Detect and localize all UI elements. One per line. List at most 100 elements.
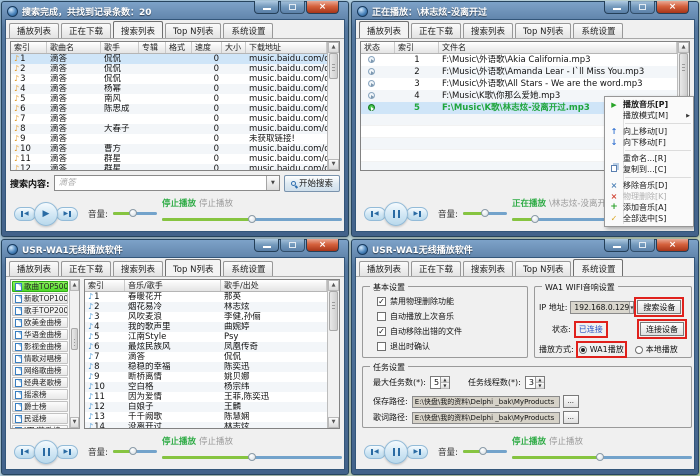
table-row[interactable]: ♪1春暖花开那英 (85, 292, 327, 302)
search-input[interactable] (55, 178, 266, 188)
tab-1[interactable]: 正在下载 (411, 23, 461, 38)
column-header[interactable]: 文件名 (439, 42, 677, 53)
tab-3[interactable]: Top N列表 (165, 23, 221, 38)
threads-stepper[interactable]: 3 ▲▼ (525, 376, 545, 389)
scroll-down-icon[interactable]: ▼ (328, 159, 339, 170)
maximize-button[interactable] (630, 1, 655, 14)
vertical-scrollbar[interactable]: ▲ ▼ (327, 42, 339, 170)
sidebar-item[interactable]: 网络歌曲榜 (12, 365, 68, 376)
tab-4[interactable]: 系统设置 (573, 23, 623, 38)
sidebar-item[interactable]: 情歌对唱榜 (12, 353, 68, 364)
column-header[interactable]: 歌曲名 (47, 42, 101, 53)
menu-item[interactable]: ▶播放音乐[P] (605, 99, 693, 110)
minimize-button[interactable] (254, 239, 279, 252)
table-row[interactable]: 3F:\Music\外语歌\All Stars - We are the wor… (361, 78, 677, 90)
table-row[interactable]: ♪7滴答侃侃 (85, 352, 327, 362)
previous-button[interactable]: ◀ (364, 445, 386, 459)
spin-down-icon[interactable]: ▼ (441, 383, 449, 389)
next-button[interactable]: ▶ (406, 207, 428, 221)
previous-button[interactable]: ◀ (14, 207, 36, 221)
table-header[interactable]: 状态索引文件名 (361, 42, 677, 54)
table-row[interactable]: ♪10滴答曹方0music.baidu.com/da (11, 144, 327, 154)
close-button[interactable]: × (306, 239, 339, 252)
scroll-down-icon[interactable]: ▼ (70, 417, 79, 428)
table-row[interactable]: ♪3风吹麦浪李健,孙俪 (85, 312, 327, 322)
titlebar[interactable]: 正在播放：\林志炫-没离开过 × (355, 2, 695, 19)
volume-slider[interactable] (463, 212, 507, 215)
start-search-button[interactable]: 开始搜索 (284, 175, 340, 192)
table-row[interactable]: ♪8稳稳的幸福陈奕迅 (85, 362, 327, 372)
scroll-thumb[interactable] (71, 328, 78, 350)
next-button[interactable]: ▶ (406, 445, 428, 459)
progress-slider[interactable] (512, 456, 692, 459)
table-row[interactable]: ♪12白娘子王麟 (85, 402, 327, 412)
play-button[interactable]: ▶ (34, 202, 58, 226)
scroll-thumb[interactable] (329, 53, 338, 79)
table-row[interactable]: ♪9滴答0未获取链接! (11, 134, 327, 144)
tab-0[interactable]: 播放列表 (9, 261, 59, 276)
column-header[interactable]: 格式 (166, 42, 192, 53)
menu-item[interactable]: 播放模式[M]▶ (605, 110, 693, 121)
search-device-button[interactable]: 搜索设备 (637, 300, 681, 314)
unchecked-checkbox[interactable] (377, 342, 386, 351)
table-header[interactable]: 索引歌曲名歌手专辑格式速度大小下载地址 (11, 42, 327, 54)
maximize-button[interactable] (280, 1, 305, 14)
connect-device-button[interactable]: 连接设备 (640, 322, 684, 336)
sidebar-item[interactable]: 新歌TOP100 (12, 293, 68, 304)
table-row[interactable]: ♪9断桥离情姚贝娜 (85, 372, 327, 382)
column-header[interactable]: 歌手 (101, 42, 139, 53)
tab-0[interactable]: 播放列表 (359, 261, 409, 276)
pause-button[interactable] (384, 440, 408, 464)
table-header[interactable]: 索引音乐/歌手歌手/出处 (85, 280, 327, 292)
progress-slider[interactable] (162, 218, 342, 221)
tab-3[interactable]: Top N列表 (515, 261, 571, 276)
pause-button[interactable] (34, 440, 58, 464)
column-header[interactable]: 索引 (11, 42, 47, 53)
table-row[interactable]: ♪8滴答大春子0music.baidu.com/da (11, 124, 327, 134)
titlebar[interactable]: 搜索完成，共找到记录条数：20 × (5, 2, 345, 19)
dropdown-arrow-icon[interactable]: ▼ (266, 176, 279, 190)
close-button[interactable]: × (306, 1, 339, 14)
save-path-field[interactable]: E:\快盘\我的资料\Delphi _bak\MyProducts (412, 396, 560, 408)
previous-button[interactable]: ◀ (364, 207, 386, 221)
column-header[interactable]: 速度 (192, 42, 222, 53)
tab-0[interactable]: 播放列表 (9, 23, 59, 38)
minimize-button[interactable] (604, 1, 629, 14)
table-row[interactable]: ♪10空白格杨宗纬 (85, 382, 327, 392)
scroll-up-icon[interactable]: ▲ (678, 42, 689, 53)
browse-lyric-button[interactable]: ... (563, 411, 579, 424)
table-row[interactable]: ♪7滴答0music.baidu.com/da (11, 114, 327, 124)
menu-item[interactable]: ✓全部选中[S] (605, 213, 693, 224)
tab-2[interactable]: 搜索列表 (463, 261, 513, 276)
table-row[interactable]: ♪12滴答群星0music.baidu.com/da (11, 164, 327, 170)
table-row[interactable]: 2F:\Music\外语歌\Amanda Lear - I`ll Miss Yo… (361, 66, 677, 78)
scroll-up-icon[interactable]: ▲ (70, 280, 79, 291)
next-button[interactable]: ▶ (56, 445, 78, 459)
sidebar-item[interactable]: 欧美金曲榜 (12, 317, 68, 328)
tab-0[interactable]: 播放列表 (359, 21, 409, 38)
table-row[interactable]: ♪14没离开过林志炫 (85, 422, 327, 428)
maximize-button[interactable] (280, 239, 305, 252)
column-header[interactable]: 歌手/出处 (221, 280, 327, 291)
tab-2[interactable]: 搜索列表 (113, 21, 163, 38)
checked-checkbox[interactable]: ✓ (377, 297, 386, 306)
table-row[interactable]: ♪11滴答群星0music.baidu.com/da (11, 154, 327, 164)
minimize-button[interactable] (604, 239, 629, 252)
menu-item[interactable]: 重命名...[R] (605, 153, 693, 164)
sidebar-item[interactable]: 摇滚榜 (12, 389, 68, 400)
lyric-path-field[interactable]: E:\快盘\我的资料\Delphi _bak\MyProducts (412, 412, 560, 424)
sidebar-item[interactable]: 民谣榜 (12, 413, 68, 424)
sidebar-item[interactable]: 歌曲TOP500 (12, 281, 68, 292)
table-row[interactable]: ♪2滴答侃侃0music.baidu.com/da (11, 64, 327, 74)
sidebar-scrollbar[interactable]: ▲ ▼ (69, 280, 79, 428)
column-header[interactable]: 专辑 (139, 42, 166, 53)
menu-item[interactable]: 复制到...[C] (605, 164, 693, 175)
table-row[interactable]: ♪4我的歌声里曲婉婷 (85, 322, 327, 332)
column-header[interactable]: 大小 (222, 42, 246, 53)
sidebar-item[interactable]: 爵士榜 (12, 401, 68, 412)
spin-down-icon[interactable]: ▼ (536, 383, 544, 389)
tab-4[interactable]: 系统设置 (573, 259, 623, 276)
sidebar-item[interactable]: 影视金曲榜 (12, 341, 68, 352)
table-row[interactable]: 1F:\Music\外语歌\Akia California.mp3 (361, 54, 677, 66)
tab-4[interactable]: 系统设置 (223, 23, 273, 38)
